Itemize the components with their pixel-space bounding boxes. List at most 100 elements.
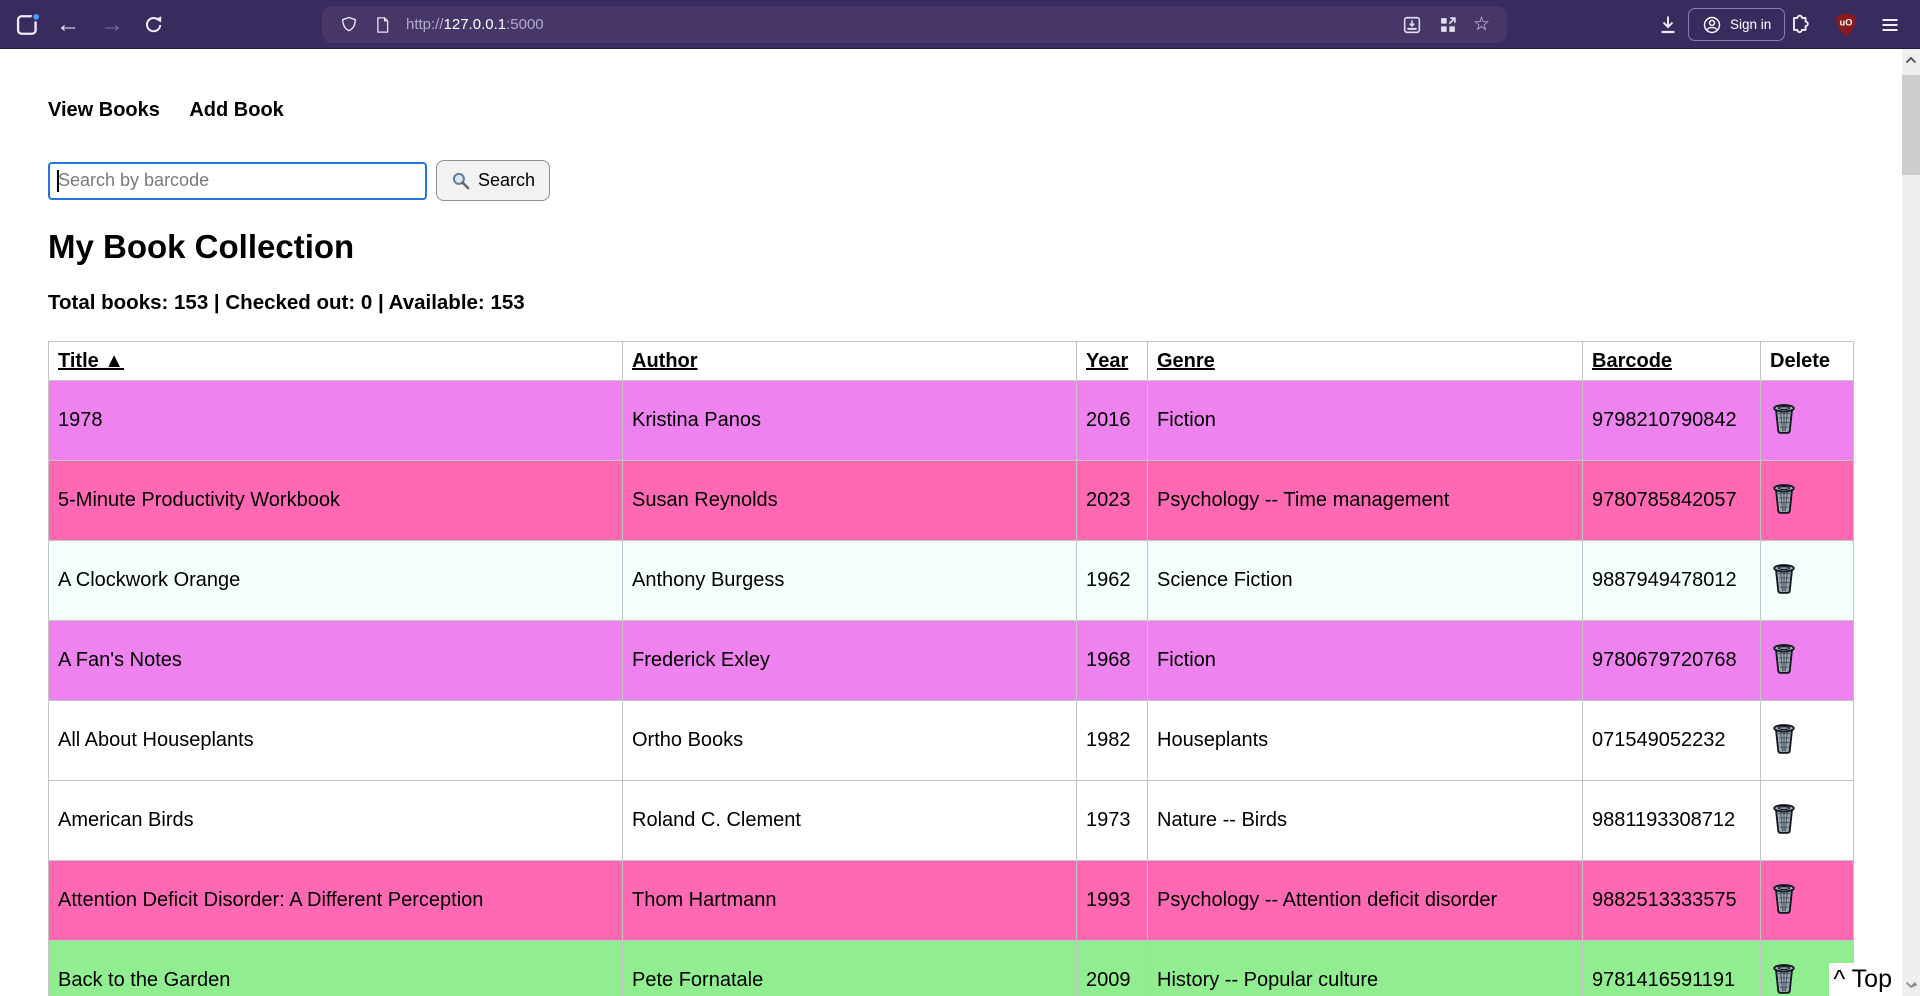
browser-app-icon[interactable] xyxy=(14,0,42,49)
cell-year: 1962 xyxy=(1077,541,1148,621)
delete-book-button[interactable] xyxy=(1770,482,1798,517)
sign-in-label: Sign in xyxy=(1730,17,1771,32)
cell-genre: Psychology -- Time management xyxy=(1148,461,1583,541)
collection-stats: Total books: 153 | Checked out: 0 | Avai… xyxy=(48,291,1920,315)
cell-genre: Nature -- Birds xyxy=(1148,781,1583,861)
cell-title: American Birds xyxy=(49,781,623,861)
delete-book-button[interactable] xyxy=(1770,882,1798,917)
url-host: 127.0.0.1 xyxy=(444,16,507,33)
page-title: My Book Collection xyxy=(48,228,1920,266)
scrollbar-thumb[interactable] xyxy=(1902,75,1920,175)
cell-author: Roland C. Clement xyxy=(623,781,1077,861)
delete-book-button[interactable] xyxy=(1770,562,1798,597)
delete-header: Delete xyxy=(1761,342,1854,381)
cell-barcode: 9780785842057 xyxy=(1583,461,1761,541)
nav-view-books-link[interactable]: View Books xyxy=(48,99,160,121)
url-port: :5000 xyxy=(506,16,544,33)
cell-year: 1973 xyxy=(1077,781,1148,861)
scrollbar[interactable] xyxy=(1902,49,1920,996)
extensions-puzzle-icon[interactable] xyxy=(1788,0,1812,49)
cell-year: 1968 xyxy=(1077,621,1148,701)
browser-toolbar: ← → http://127.0.0.1:5000 xyxy=(0,0,1920,49)
scrollbar-up-arrow-icon[interactable] xyxy=(1902,51,1920,69)
search-button-label: Search xyxy=(478,170,535,191)
sort-author-header[interactable]: Author xyxy=(632,350,698,372)
search-button[interactable]: Search xyxy=(436,160,550,201)
sort-title-header[interactable]: Title ▲ xyxy=(58,350,124,372)
cell-genre: Fiction xyxy=(1148,621,1583,701)
search-input[interactable] xyxy=(48,162,427,200)
text-cursor xyxy=(57,170,59,192)
cell-barcode: 9887949478012 xyxy=(1583,541,1761,621)
book-table: Title ▲ Author Year Genre Barcode Delete… xyxy=(48,341,1854,996)
delete-book-button[interactable] xyxy=(1770,722,1798,757)
cell-genre: Fiction xyxy=(1148,381,1583,461)
page-info-icon[interactable] xyxy=(373,15,391,35)
cell-author: Frederick Exley xyxy=(623,621,1077,701)
table-row: Back to the Garden Pete Fornatale 2009 H… xyxy=(49,941,1854,996)
cell-year: 2009 xyxy=(1077,941,1148,996)
forward-button[interactable]: → xyxy=(100,0,124,49)
ublock-badge-text: uO xyxy=(1840,17,1853,27)
nav-add-book-link[interactable]: Add Book xyxy=(189,99,283,121)
search-row: Search xyxy=(48,160,1920,201)
page-content: View Books Add Book Search My Book Colle… xyxy=(0,49,1920,996)
sort-genre-header[interactable]: Genre xyxy=(1157,350,1215,372)
table-row: 1978 Kristina Panos 2016 Fiction 9798210… xyxy=(49,381,1854,461)
open-in-app-grid-icon[interactable] xyxy=(1437,14,1459,36)
tracking-protection-shield-icon[interactable] xyxy=(339,15,359,35)
reload-button[interactable] xyxy=(142,0,166,49)
menu-hamburger-icon[interactable] xyxy=(1878,0,1902,49)
save-page-icon[interactable] xyxy=(1401,14,1423,36)
trash-icon xyxy=(1770,482,1798,514)
cell-barcode: 9798210790842 xyxy=(1583,381,1761,461)
cell-title: Back to the Garden xyxy=(49,941,623,996)
url-text[interactable]: http://127.0.0.1:5000 xyxy=(406,16,544,33)
trash-icon xyxy=(1770,962,1798,994)
delete-book-button[interactable] xyxy=(1770,642,1798,677)
scrollbar-down-arrow-icon[interactable] xyxy=(1902,976,1920,994)
sign-in-button[interactable]: Sign in xyxy=(1688,8,1785,41)
cell-title: A Clockwork Orange xyxy=(49,541,623,621)
cell-genre: Psychology -- Attention deficit disorder xyxy=(1148,861,1583,941)
back-to-top-link[interactable]: ^ Top xyxy=(1829,963,1896,996)
cell-barcode: 9780679720768 xyxy=(1583,621,1761,701)
cell-title: Attention Deficit Disorder: A Different … xyxy=(49,861,623,941)
table-row: All About Houseplants Ortho Books 1982 H… xyxy=(49,701,1854,781)
table-row: A Fan's Notes Frederick Exley 1968 Ficti… xyxy=(49,621,1854,701)
sort-year-header[interactable]: Year xyxy=(1086,350,1128,372)
table-row: American Birds Roland C. Clement 1973 Na… xyxy=(49,781,1854,861)
downloads-icon[interactable] xyxy=(1656,0,1680,49)
trash-icon xyxy=(1770,562,1798,594)
back-button[interactable]: ← xyxy=(56,0,80,49)
table-row: Attention Deficit Disorder: A Different … xyxy=(49,861,1854,941)
cell-title: A Fan's Notes xyxy=(49,621,623,701)
url-protocol: http:// xyxy=(406,16,444,33)
cell-title: 5-Minute Productivity Workbook xyxy=(49,461,623,541)
delete-book-button[interactable] xyxy=(1770,402,1798,437)
table-row: 5-Minute Productivity Workbook Susan Rey… xyxy=(49,461,1854,541)
delete-book-button[interactable] xyxy=(1770,802,1798,837)
ublock-shield-icon[interactable]: uO xyxy=(1833,0,1859,49)
sort-barcode-header[interactable]: Barcode xyxy=(1592,350,1672,372)
cell-barcode: 9781416591191 xyxy=(1583,941,1761,996)
delete-book-button[interactable] xyxy=(1770,962,1798,996)
account-icon xyxy=(1702,15,1722,35)
trash-icon xyxy=(1770,722,1798,754)
cell-author: Thom Hartmann xyxy=(623,861,1077,941)
cell-title: 1978 xyxy=(49,381,623,461)
book-table-body: 1978 Kristina Panos 2016 Fiction 9798210… xyxy=(49,381,1854,996)
cell-barcode: 9882513333575 xyxy=(1583,861,1761,941)
cell-year: 1993 xyxy=(1077,861,1148,941)
site-nav: View Books Add Book xyxy=(48,99,1920,122)
cell-year: 2016 xyxy=(1077,381,1148,461)
cell-year: 2023 xyxy=(1077,461,1148,541)
bookmark-star-icon[interactable]: ☆ xyxy=(1473,13,1490,36)
cell-author: Susan Reynolds xyxy=(623,461,1077,541)
cell-barcode: 9881193308712 xyxy=(1583,781,1761,861)
trash-icon xyxy=(1770,802,1798,834)
url-bar[interactable]: http://127.0.0.1:5000 ☆ xyxy=(322,6,1507,43)
cell-author: Anthony Burgess xyxy=(623,541,1077,621)
table-row: A Clockwork Orange Anthony Burgess 1962 … xyxy=(49,541,1854,621)
cell-author: Kristina Panos xyxy=(623,381,1077,461)
